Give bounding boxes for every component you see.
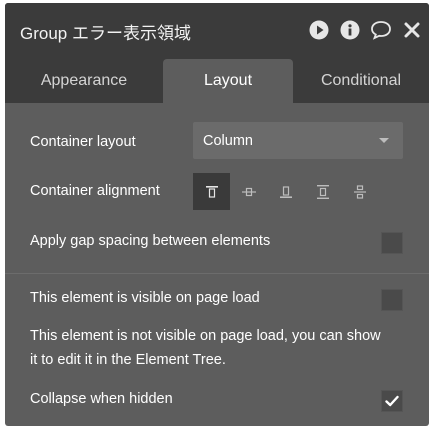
tab-bar: Appearance Layout Conditional bbox=[5, 59, 429, 103]
element-title: Group エラー表示領域 bbox=[20, 24, 191, 43]
section-divider bbox=[5, 273, 429, 274]
container-layout-label: Container layout bbox=[30, 134, 136, 150]
alignment-button-group bbox=[193, 173, 378, 210]
align-space-around-icon[interactable] bbox=[341, 173, 378, 210]
visible-on-load-label: This element is visible on page load bbox=[30, 290, 260, 306]
info-icon[interactable] bbox=[339, 19, 361, 41]
align-top-icon[interactable] bbox=[193, 173, 230, 210]
visible-on-load-checkbox[interactable] bbox=[381, 289, 403, 311]
chevron-down-icon bbox=[379, 138, 389, 143]
tab-conditional[interactable]: Conditional bbox=[293, 59, 429, 103]
play-icon[interactable] bbox=[308, 19, 330, 41]
collapse-when-hidden-checkbox[interactable] bbox=[381, 390, 403, 412]
gap-spacing-checkbox[interactable] bbox=[381, 232, 403, 254]
title-bar: Group エラー表示領域 bbox=[5, 3, 429, 59]
checkmark-icon bbox=[385, 395, 399, 407]
align-space-between-icon[interactable] bbox=[304, 173, 341, 210]
comment-icon[interactable] bbox=[370, 19, 392, 41]
container-layout-value: Column bbox=[203, 132, 253, 149]
collapse-when-hidden-label: Collapse when hidden bbox=[30, 391, 173, 407]
close-icon[interactable] bbox=[401, 19, 423, 41]
container-layout-select[interactable]: Column bbox=[193, 122, 403, 159]
tab-appearance[interactable]: Appearance bbox=[5, 59, 163, 103]
align-bottom-icon[interactable] bbox=[267, 173, 304, 210]
gap-spacing-label: Apply gap spacing between elements bbox=[30, 233, 271, 249]
visibility-note: This element is not visible on page load… bbox=[30, 328, 381, 368]
align-center-icon[interactable] bbox=[230, 173, 267, 210]
property-editor-panel: Group エラー表示領域 Appearance Layout Conditio… bbox=[5, 3, 429, 426]
tab-layout[interactable]: Layout bbox=[163, 59, 293, 103]
container-alignment-label: Container alignment bbox=[30, 183, 160, 199]
title-actions bbox=[299, 19, 423, 41]
